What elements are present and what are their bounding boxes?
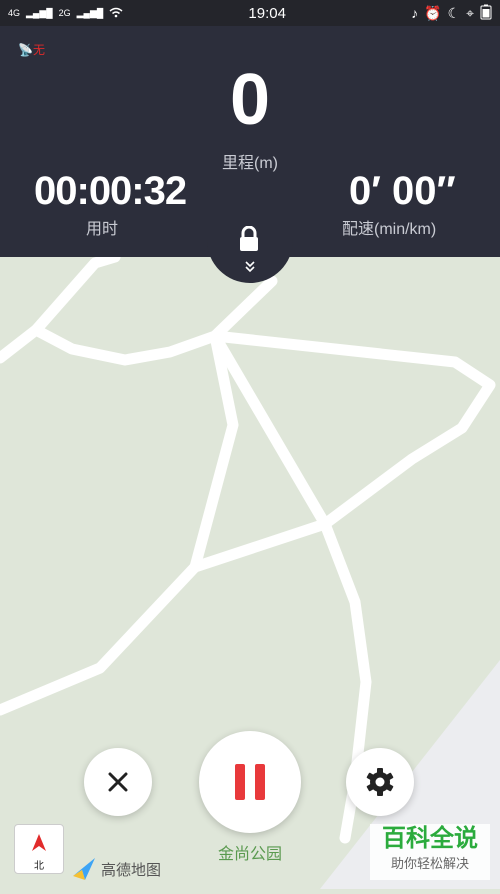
compass-arrow-icon <box>32 834 46 851</box>
pause-button[interactable] <box>199 731 301 833</box>
battery-icon <box>480 4 492 23</box>
lock-icon[interactable] <box>238 225 260 257</box>
stop-button[interactable] <box>84 748 152 816</box>
gps-status: 📡无 <box>18 41 45 58</box>
status-left: 4G ▂▄▆█ 2G ▂▄▆█ <box>8 7 123 20</box>
amap-label: 高德地图 <box>101 861 162 879</box>
compass-button[interactable]: 北 <box>14 824 64 874</box>
signal-icon-2: ▂▄▆█ <box>76 7 104 18</box>
gps-icon: 📡 <box>18 43 33 57</box>
duration-value: 00:00:32 <box>34 169 187 213</box>
signal-icon: ▂▄▆█ <box>26 7 53 18</box>
wifi-icon <box>109 7 123 20</box>
status-right: ♪ ⏰ ☾ ⌖ <box>411 4 492 23</box>
settings-button[interactable] <box>346 748 414 816</box>
watermark-title: 百科全说 <box>382 825 478 852</box>
pace-label: 配速(min/km) <box>342 221 437 238</box>
network-2g-label: 2G <box>58 8 71 18</box>
duration-label: 用时 <box>86 221 119 238</box>
amap-logo: 高德地图 <box>71 856 161 882</box>
chevron-down-icon[interactable] <box>243 260 257 275</box>
location-icon: ⌖ <box>466 4 474 21</box>
moon-icon: ☾ <box>447 4 461 21</box>
gear-icon <box>366 768 394 796</box>
pace-value: 0′ 00″ <box>349 169 456 213</box>
network-4g-label: 4G <box>8 8 21 18</box>
watermark: 百科全说 助你轻松解决 <box>370 824 490 880</box>
amap-logo-icon <box>73 858 95 880</box>
distance-value: 0 <box>229 60 271 140</box>
pause-icon <box>235 764 265 800</box>
status-time: 19:04 <box>248 4 286 22</box>
compass-north-label: 北 <box>34 861 44 872</box>
status-bar: 4G ▂▄▆█ 2G ▂▄▆█ 19:04 ♪ ⏰ ☾ ⌖ <box>0 0 500 26</box>
watermark-subtitle: 助你轻松解决 <box>390 856 469 871</box>
close-icon <box>108 772 128 792</box>
silent-icon: ♪ <box>411 5 419 21</box>
alarm-icon: ⏰ <box>424 4 442 21</box>
gps-label: 无 <box>32 43 45 57</box>
